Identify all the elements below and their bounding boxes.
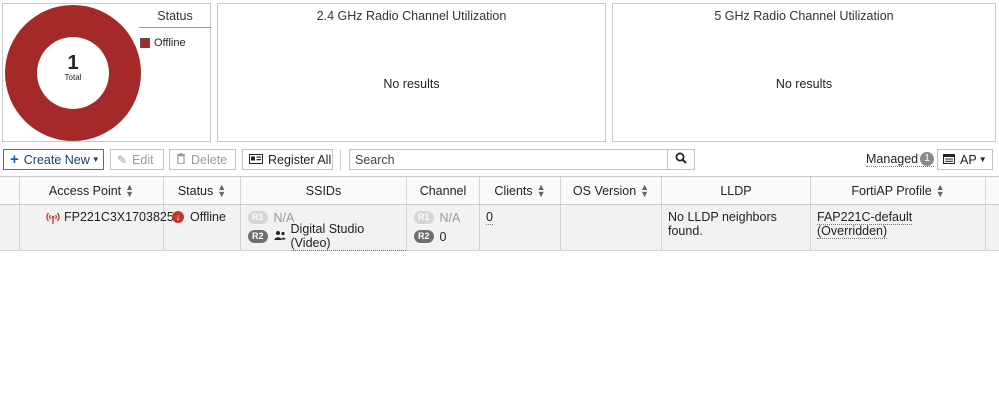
down-arrow-circle-icon: ↓ — [172, 211, 184, 223]
wireless-signal-icon — [46, 211, 60, 227]
ssid-radio2-line: R2 Digital Studio (Video) — [241, 222, 406, 251]
column-header-label: Status — [177, 183, 214, 198]
cell-ssids: R1 N/A R2 Digital Studio (Video) — [241, 205, 407, 251]
clients-count-link[interactable]: 0 — [486, 210, 493, 225]
table-header-row: Access Point ▲ ▼ Status ▲ ▼ SSIDs Channel … — [0, 176, 999, 205]
search-button[interactable] — [667, 149, 695, 170]
column-header-clients[interactable]: Clients ▲ ▼ — [480, 177, 561, 204]
legend-swatch-offline — [140, 38, 150, 48]
status-legend: Status Offline — [139, 9, 211, 49]
magnifier-icon — [675, 152, 687, 167]
radio-24ghz-title: 2.4 GHz Radio Channel Utilization — [316, 9, 507, 23]
column-header-label: Clients — [494, 183, 533, 198]
sort-icon: ▲ ▼ — [640, 181, 650, 199]
ssid-radio2-link[interactable]: Digital Studio (Video) — [290, 222, 406, 251]
legend-item-offline[interactable]: Offline — [139, 37, 211, 49]
register-all-button[interactable]: Register All — [242, 149, 333, 170]
cell-status: ↓ Offline — [164, 205, 241, 250]
channel-radio1-line: R1 N/A — [407, 208, 479, 227]
delete-button[interactable]: Delete — [169, 149, 236, 170]
sort-icon: ▲ ▼ — [217, 181, 227, 199]
column-header-label: Access Point — [48, 183, 122, 198]
column-header-label: OS Version — [572, 183, 637, 198]
donut-total-caption: Total — [64, 73, 82, 82]
cell-lldp: No LLDP neighbors found. — [662, 205, 811, 250]
row-overflow — [986, 205, 999, 250]
radio-5ghz-title: 5 GHz Radio Channel Utilization — [714, 9, 894, 23]
sort-icon: ▲ ▼ — [935, 181, 945, 199]
plus-icon: + — [10, 151, 19, 168]
access-point-table: Access Point ▲ ▼ Status ▲ ▼ SSIDs Channel … — [0, 176, 999, 251]
lldp-value: No LLDP neighbors found. — [668, 210, 777, 238]
radio-5ghz-empty-text: No results — [775, 77, 833, 91]
channel-radio2-value: 0 — [439, 229, 447, 244]
donut-total-count: 1 — [67, 52, 79, 74]
header-spacer — [0, 177, 20, 204]
cell-access-point[interactable]: FP221C3X17038258 — [20, 205, 181, 250]
channel-radio2-line: R2 0 — [407, 227, 479, 246]
column-header-lldp[interactable]: LLDP — [662, 177, 811, 204]
cell-channel: R1 N/A R2 0 — [407, 205, 480, 250]
column-header-label: Channel — [419, 183, 467, 198]
pencil-icon: ✎ — [117, 152, 128, 167]
sort-icon: ▲ ▼ — [536, 181, 546, 199]
status-donut-chart[interactable]: 1 Total — [5, 5, 141, 141]
view-selector-label: AP — [960, 152, 977, 167]
radio1-badge: R1 — [248, 211, 268, 224]
column-header-channel[interactable]: Channel — [407, 177, 480, 204]
delete-label: Delete — [191, 152, 228, 167]
column-header-ssids[interactable]: SSIDs — [241, 177, 407, 204]
create-new-label: Create New — [23, 152, 90, 167]
column-header-access-point[interactable]: Access Point ▲ ▼ — [20, 177, 164, 204]
status-widget: 1 Total Status Offline — [2, 3, 211, 142]
column-header-fortiap-profile[interactable]: FortiAP Profile ▲ ▼ — [811, 177, 986, 204]
fortiap-profile-link[interactable]: FAP221C-default (Overridden) — [817, 210, 913, 239]
table-row[interactable]: FP221C3X17038258 ↓ Offline R1 N/A R2 Dig… — [0, 205, 999, 251]
create-new-button[interactable]: + Create New ▼ — [3, 149, 104, 170]
column-header-os-version[interactable]: OS Version ▲ ▼ — [561, 177, 662, 204]
managed-count-badge: 1 — [920, 152, 935, 166]
search-input[interactable] — [349, 149, 668, 170]
radio-24ghz-widget: 2.4 GHz Radio Channel Utilization No res… — [217, 3, 606, 142]
list-view-icon — [943, 153, 955, 167]
edit-button[interactable]: ✎ Edit — [110, 149, 164, 170]
register-all-label: Register All — [268, 152, 332, 167]
managed-label: Managed — [866, 152, 919, 166]
edit-label: Edit — [132, 152, 154, 167]
cell-os-version — [561, 205, 662, 250]
id-card-icon — [249, 153, 263, 167]
column-header-label: FortiAP Profile — [851, 183, 932, 198]
row-spacer — [0, 205, 20, 250]
radio-24ghz-empty-text: No results — [383, 77, 440, 91]
column-header-status[interactable]: Status ▲ ▼ — [164, 177, 241, 204]
toolbar-divider — [340, 150, 341, 170]
cell-clients: 0 — [480, 205, 561, 250]
radio-5ghz-widget: 5 GHz Radio Channel Utilization No resul… — [612, 3, 996, 142]
chevron-down-icon: ▼ — [978, 155, 987, 164]
cell-fortiap-profile: FAP221C-default (Overridden) — [811, 205, 986, 250]
donut-center: 1 Total — [37, 37, 109, 109]
sort-icon: ▲ ▼ — [125, 181, 135, 199]
status-text: Offline — [190, 210, 226, 224]
chevron-down-icon: ▼ — [91, 155, 100, 164]
column-header-label: LLDP — [720, 183, 752, 198]
radio2-badge: R2 — [248, 230, 268, 243]
trash-icon — [176, 152, 186, 167]
toolbar: + Create New ▼ ✎ Edit Delete Register Al… — [0, 148, 999, 172]
managed-filter[interactable]: Managed 1 — [866, 152, 935, 167]
users-icon — [274, 230, 286, 244]
radio2-badge: R2 — [414, 230, 434, 243]
header-overflow — [986, 177, 999, 204]
radio1-badge: R1 — [414, 211, 434, 224]
view-selector-button[interactable]: AP ▼ — [937, 149, 993, 170]
status-widget-title: Status — [139, 9, 211, 28]
legend-label-offline: Offline — [154, 37, 186, 49]
column-header-label: SSIDs — [305, 183, 342, 198]
channel-radio1-value: N/A — [439, 210, 461, 225]
